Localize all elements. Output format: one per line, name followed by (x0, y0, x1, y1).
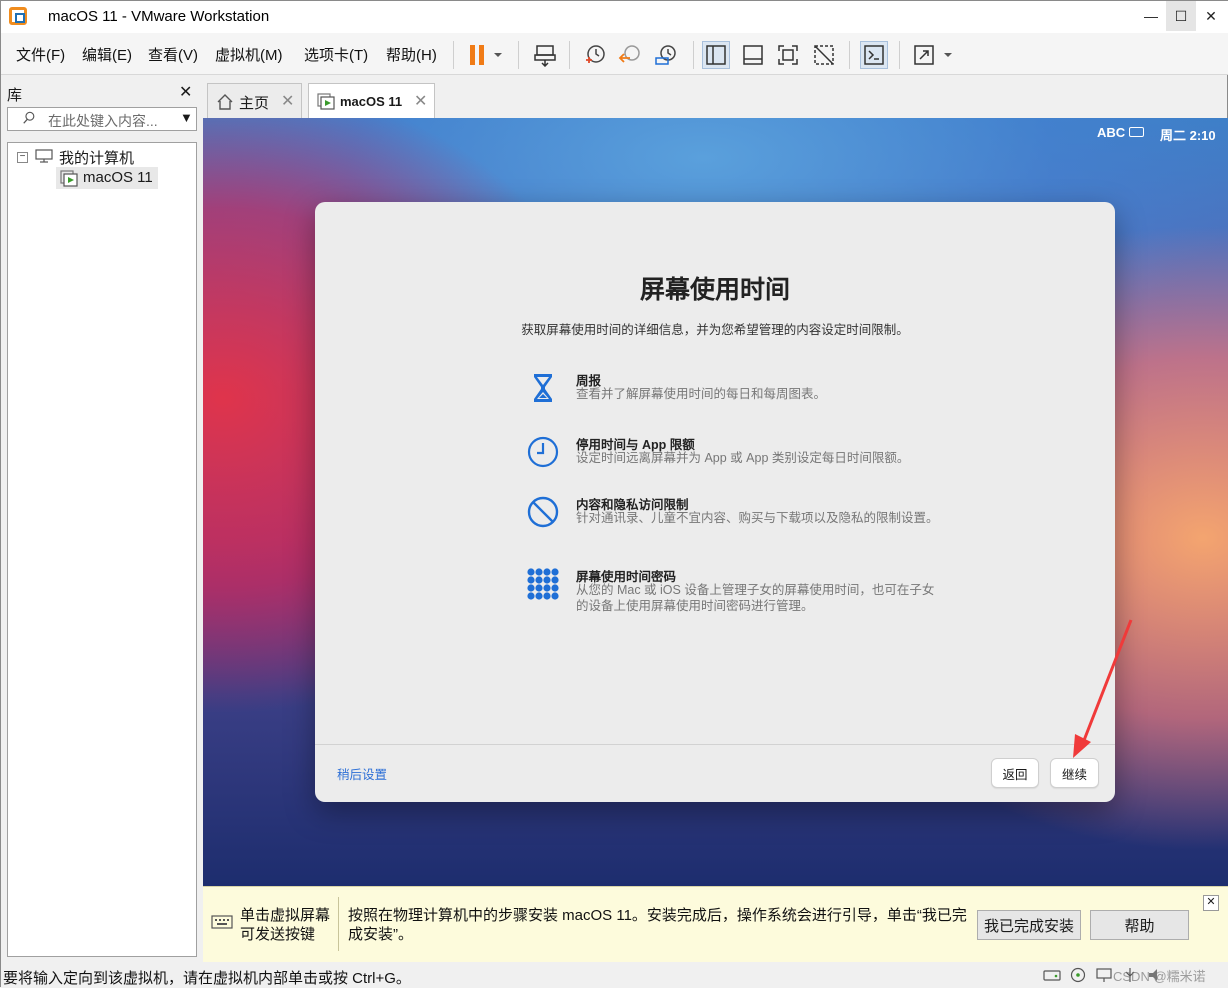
minimize-button[interactable]: — (1136, 1, 1166, 31)
library-header: 库 ✕ (1, 77, 201, 107)
toolbar-separator (693, 41, 694, 69)
toolbar-separator (849, 41, 850, 69)
title-bar: macOS 11 - VMware Workstation — ☐ ✕ (1, 1, 1228, 33)
vm-running-icon (317, 93, 335, 110)
tab-vm-close-icon[interactable]: ✕ (414, 91, 427, 111)
help-button[interactable]: 帮助 (1090, 910, 1189, 940)
vmware-window: macOS 11 - VMware Workstation — ☐ ✕ 文件(F… (0, 0, 1228, 988)
vm-running-icon (60, 170, 78, 187)
toolbar-separator (453, 41, 454, 69)
feature-desc: 查看并了解屏幕使用时间的每日和每周图表。 (576, 387, 827, 401)
snapshot-manager-icon[interactable] (652, 41, 680, 69)
toolbar-separator (569, 41, 570, 69)
revert-snapshot-icon[interactable] (616, 41, 644, 69)
tree-item-my-computer[interactable]: 我的计算机 (59, 147, 134, 168)
tab-home[interactable]: 主页 ✕ (207, 83, 302, 118)
console-icon[interactable] (860, 41, 888, 69)
clock-icon (527, 436, 559, 468)
unity-icon[interactable] (810, 41, 838, 69)
hint-close-icon[interactable]: ✕ (1203, 895, 1219, 911)
hourglass-icon (534, 374, 552, 402)
library-search-input[interactable]: 在此处键入内容... ▼ (7, 107, 197, 131)
feature-desc: 针对通讯录、儿童不宜内容、购买与下载项以及隐私的限制设置。 (576, 511, 939, 525)
home-icon (217, 94, 233, 110)
hint-separator (338, 897, 339, 951)
maximize-button[interactable]: ☐ (1166, 1, 1196, 31)
snapshot-icon[interactable] (581, 41, 609, 69)
menu-vm[interactable]: 虚拟机(M) (215, 44, 283, 65)
clock-label: 周二 2:10 (1160, 128, 1216, 143)
annotation-arrow-icon (1073, 619, 1133, 758)
menu-view[interactable]: 查看(V) (148, 44, 198, 65)
fullscreen-icon[interactable] (774, 41, 802, 69)
search-icon (23, 111, 35, 124)
toolbar-separator (518, 41, 519, 69)
network-icon[interactable] (1095, 967, 1113, 983)
tab-vm-label: macOS 11 (340, 94, 403, 109)
close-button[interactable]: ✕ (1196, 1, 1226, 31)
hard-disk-icon[interactable] (1043, 967, 1061, 983)
toolbar-separator (899, 41, 900, 69)
computer-icon (35, 149, 53, 163)
restricted-icon (527, 496, 559, 528)
vm-screen[interactable]: ABC 周二 2:10 屏幕使用时间 获取屏幕使用时间的详细信息，并为您希望管理… (203, 118, 1228, 886)
set-up-later-link[interactable]: 稍后设置 (337, 764, 387, 783)
search-dropdown-icon[interactable]: ▼ (180, 110, 193, 125)
pause-dropdown-icon[interactable] (488, 41, 508, 69)
tab-home-close-icon[interactable]: ✕ (281, 91, 294, 111)
install-hint-bar: 单击虚拟屏幕 可发送按键 按照在物理计算机中的步骤安装 macOS 11。安装完… (203, 886, 1228, 962)
library-tree: − 我的计算机 macOS 11 (7, 142, 197, 957)
input-source-label: ABC (1097, 125, 1126, 140)
feature-desc: 从您的 Mac 或 iOS 设备上管理子女的屏幕使用时间，也可在子女的设备上使用… (576, 583, 935, 613)
dialog-divider (315, 744, 1115, 745)
feature-desc: 设定时间远离屏幕并为 App 或 App 类别设定每日时间限额。 (576, 451, 910, 465)
vmware-logo-icon (9, 7, 27, 25)
window-title: macOS 11 - VMware Workstation (48, 8, 270, 25)
stretch-icon[interactable] (910, 41, 938, 69)
dialog-subtitle: 获取屏幕使用时间的详细信息，并为您希望管理的内容设定时间限制。 (521, 323, 909, 337)
screen-time-dialog: 屏幕使用时间 获取屏幕使用时间的详细信息，并为您希望管理的内容设定时间限制。 周… (315, 202, 1115, 802)
send-ctrl-alt-del-icon[interactable] (531, 41, 559, 69)
cd-rom-icon[interactable] (1069, 967, 1087, 983)
install-instructions-text: 按照在物理计算机中的步骤安装 macOS 11。安装完成后，操作系统会进行引导，… (348, 907, 967, 943)
tab-home-label: 主页 (239, 95, 270, 112)
passcode-keypad-icon (527, 568, 559, 600)
hint-left-line1: 单击虚拟屏幕 (240, 907, 331, 924)
tab-macos-11[interactable]: macOS 11 ✕ (308, 83, 435, 118)
stretch-dropdown-icon[interactable] (938, 41, 958, 69)
library-title: 库 (7, 87, 23, 104)
menu-file[interactable]: 文件(F) (16, 44, 65, 65)
tree-item-macos-11[interactable]: macOS 11 (56, 167, 158, 189)
back-button[interactable]: 返回 (991, 758, 1039, 788)
menu-help[interactable]: 帮助(H) (386, 44, 437, 65)
pause-icon[interactable] (463, 41, 491, 69)
keyboard-icon (1129, 127, 1144, 137)
click-to-send-keys-text: 单击虚拟屏幕 可发送按键 (240, 906, 330, 944)
status-bar: 要将输入定向到该虚拟机，请在虚拟机内部单击或按 Ctrl+G。 CSDN @糯米… (1, 962, 1228, 988)
library-view-icon[interactable] (702, 41, 730, 69)
menu-edit[interactable]: 编辑(E) (82, 44, 132, 65)
menu-tabs[interactable]: 选项卡(T) (304, 44, 368, 65)
dialog-title: 屏幕使用时间 (639, 276, 790, 304)
library-close-icon[interactable]: ✕ (179, 82, 192, 102)
tree-vm-label: macOS 11 (83, 169, 153, 186)
search-placeholder: 在此处键入内容... (48, 113, 158, 129)
menu-toolbar: 文件(F) 编辑(E) 查看(V) 虚拟机(M) 选项卡(T) 帮助(H) (1, 33, 1228, 75)
tree-collapse-icon[interactable]: − (17, 152, 28, 163)
finished-install-button[interactable]: 我已完成安装 (977, 910, 1081, 940)
thumbnail-bar-icon[interactable] (739, 41, 767, 69)
status-text: 要将输入定向到该虚拟机，请在虚拟机内部单击或按 Ctrl+G。 (3, 970, 411, 987)
keyboard-click-icon (211, 915, 233, 929)
watermark-text: CSDN @糯米诺 (1113, 969, 1206, 984)
hint-left-line2: 可发送按键 (240, 926, 316, 943)
